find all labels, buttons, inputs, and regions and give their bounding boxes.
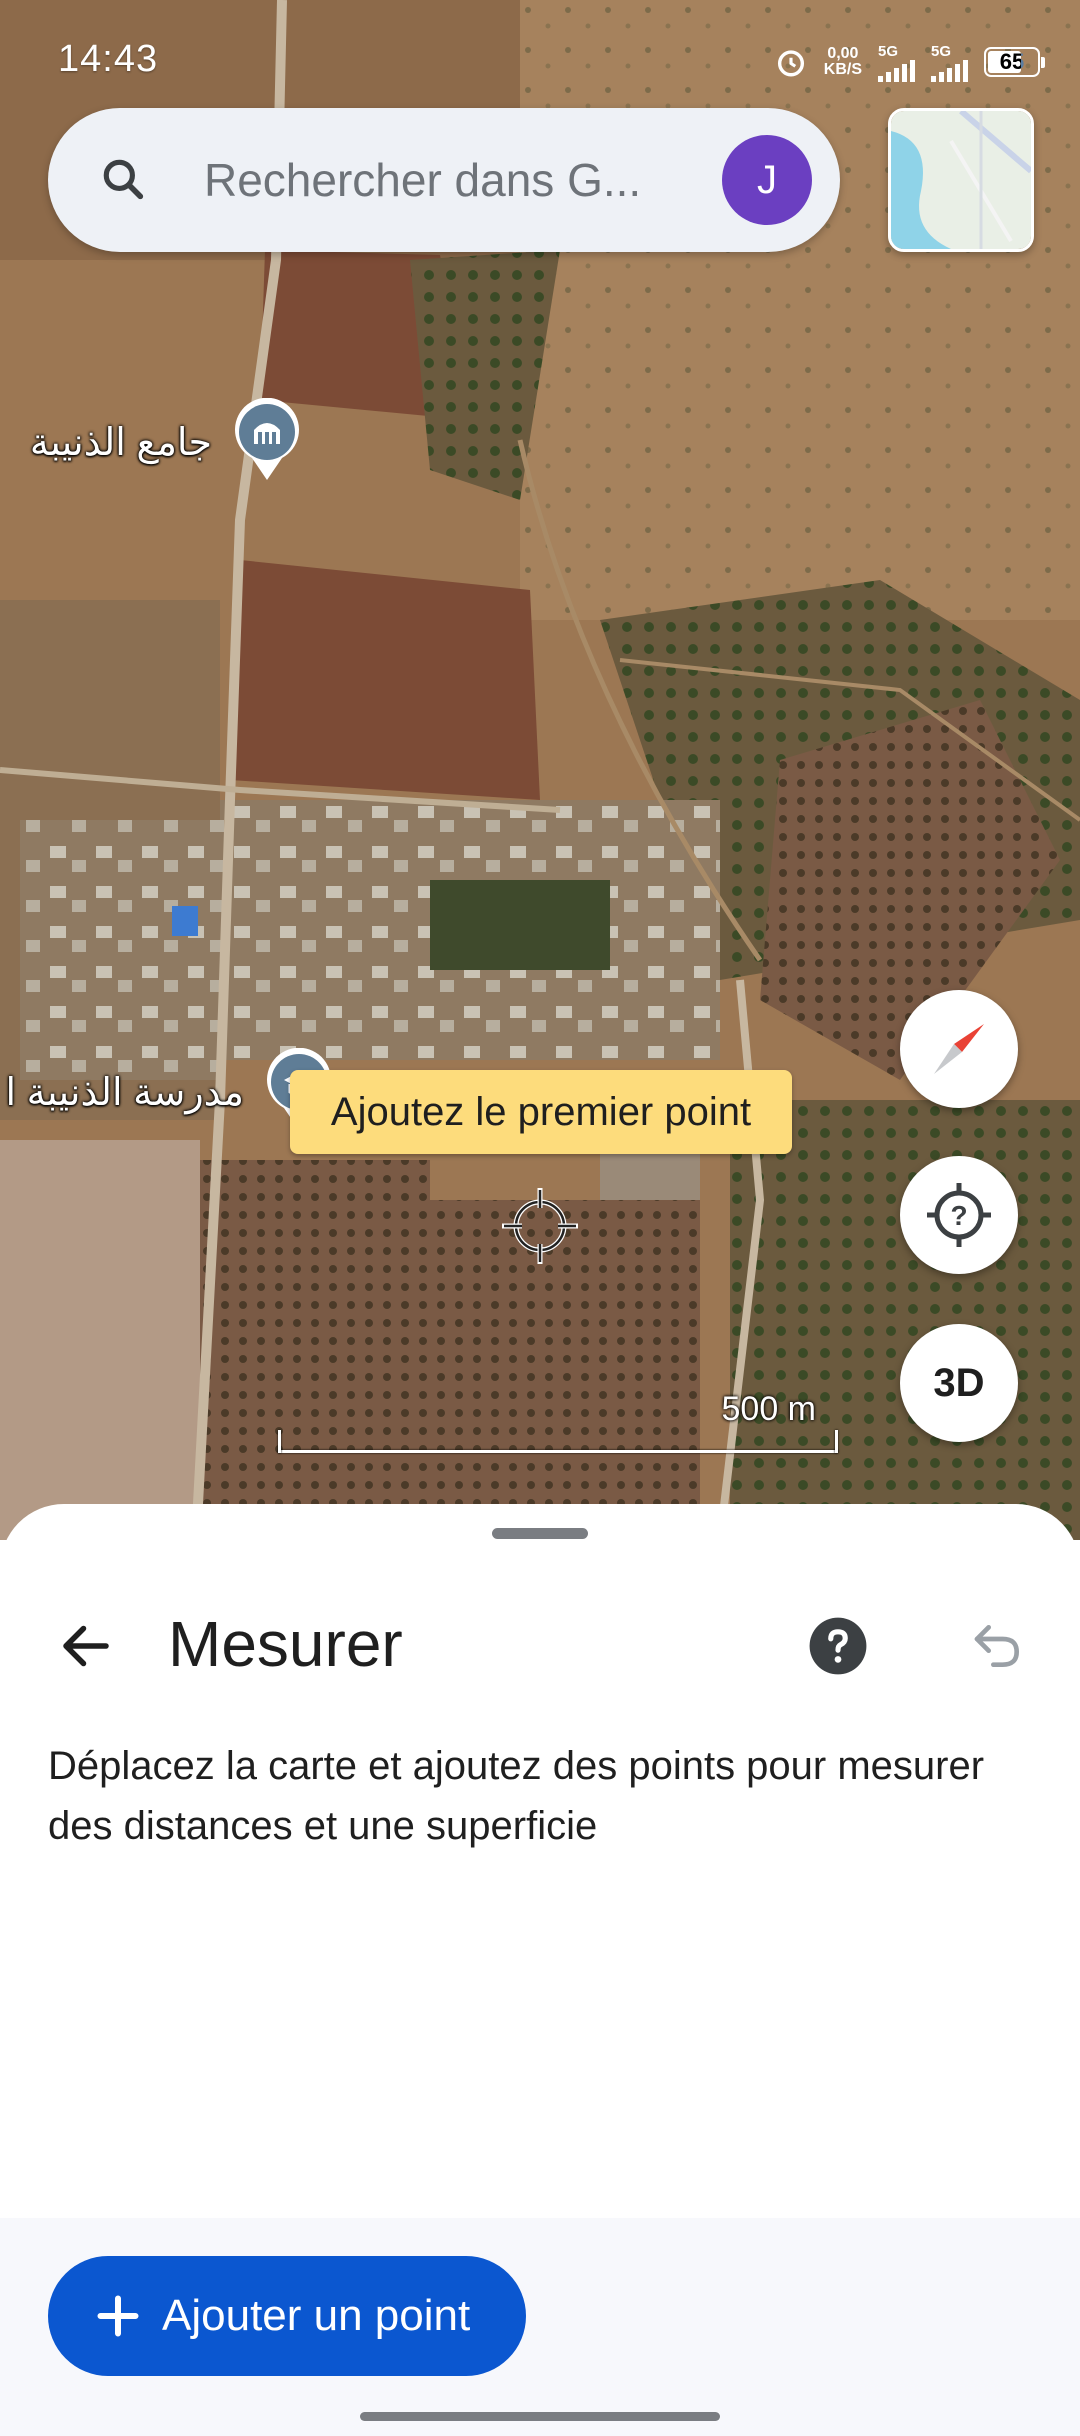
measure-description: Déplacez la carte et ajoutez des points … — [48, 1744, 985, 1848]
layers-thumbnail-icon — [891, 111, 1031, 249]
network-speed-unit: KB/S — [823, 61, 862, 78]
svg-text:?: ? — [950, 1200, 967, 1231]
compass-icon — [934, 1024, 984, 1074]
battery-icon: 65 — [984, 47, 1045, 77]
map-layers-button[interactable] — [888, 108, 1034, 252]
scale-label: 500 m — [721, 1390, 817, 1428]
status-time: 14:43 — [58, 38, 159, 80]
add-point-button[interactable]: Ajouter un point — [48, 2256, 526, 2376]
search-input[interactable]: Rechercher dans G... — [204, 108, 641, 252]
poi-mosque[interactable] — [232, 397, 302, 487]
search-icon — [103, 159, 144, 200]
satellite-map[interactable]: 14:43 0,00 KB/S 5G 5G 65 Rechercher dans… — [0, 0, 1080, 1540]
battery-level: 65 — [999, 49, 1025, 74]
my-location-icon: ? — [927, 1183, 991, 1247]
signal-bars-1-icon — [878, 59, 915, 82]
arrow-back-icon — [63, 1625, 109, 1667]
undo-icon — [974, 1625, 1020, 1667]
sheet-footer: Ajouter un point — [0, 2218, 1080, 2436]
first-point-tooltip: Ajoutez le premier point — [290, 1070, 792, 1154]
scale-tick-right — [835, 1430, 838, 1453]
network-speed-value: 0,00 — [827, 45, 859, 62]
map-scale: 500 m — [278, 1390, 838, 1454]
search-bar[interactable]: Rechercher dans G... J — [48, 108, 840, 252]
mosque-icon — [235, 397, 299, 480]
scale-line — [278, 1450, 838, 1453]
three-d-button[interactable]: 3D — [900, 1324, 1018, 1442]
drag-handle[interactable] — [492, 1528, 588, 1539]
poi-school-label[interactable]: مدرسة الذنيبة ا — [5, 1070, 244, 1115]
crosshair-icon — [502, 1188, 578, 1264]
compass-button[interactable] — [900, 990, 1018, 1108]
help-icon — [809, 1617, 867, 1675]
scale-tick-left — [278, 1430, 281, 1453]
signal-1: 5G — [878, 43, 915, 82]
back-button[interactable] — [44, 1604, 128, 1688]
plus-icon — [97, 2295, 139, 2337]
network-type-2: 5G — [931, 42, 952, 60]
network-speed: 0,00 KB/S — [824, 46, 862, 78]
help-button[interactable] — [798, 1606, 878, 1686]
status-icons: 0,00 KB/S 5G 5G 65 — [774, 40, 1045, 84]
screen: 14:43 0,00 KB/S 5G 5G 65 Rechercher dans… — [0, 0, 1080, 2436]
account-avatar[interactable]: J — [722, 135, 812, 225]
status-bar: 14:43 0,00 KB/S 5G 5G 65 — [0, 0, 1080, 110]
alarm-icon — [777, 50, 804, 77]
undo-button[interactable] — [958, 1606, 1038, 1686]
home-indicator[interactable] — [360, 2412, 720, 2421]
signal-2: 5G — [931, 43, 968, 82]
network-type-1: 5G — [878, 42, 899, 60]
poi-mosque-label[interactable]: جامع الذنيبة — [30, 420, 212, 465]
add-point-label: Ajouter un point — [162, 2291, 471, 2340]
my-location-button[interactable]: ? — [900, 1156, 1018, 1274]
sheet-title: Mesurer — [168, 1608, 403, 1680]
signal-bars-2-icon — [931, 59, 968, 82]
